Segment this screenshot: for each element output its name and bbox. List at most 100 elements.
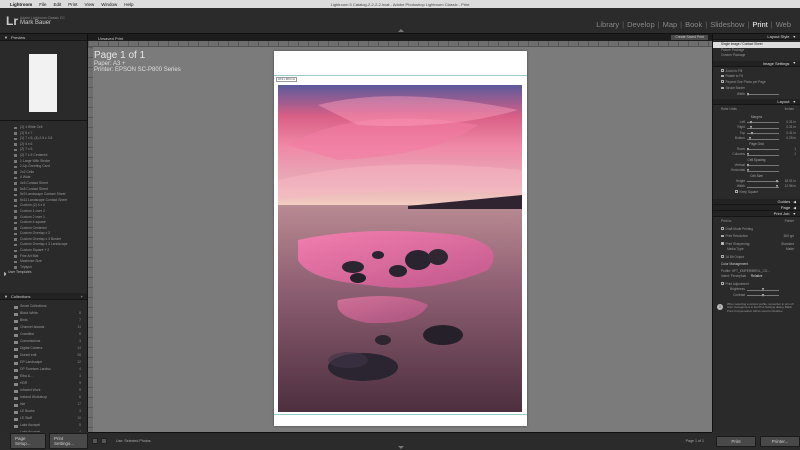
profile-value[interactable]: HFT_EMPERIBRGL_CO... (732, 269, 770, 273)
collection-item[interactable]: DP Landscape 12 (0, 360, 87, 367)
collection-item[interactable]: Black White 8 (0, 311, 87, 318)
collection-item[interactable]: DP Sunrises Landsc 4 (0, 367, 87, 374)
print-resolution-checkbox[interactable] (721, 234, 724, 238)
mac-menu-print[interactable]: Print (68, 2, 77, 7)
slider-bottom[interactable]: Bottom 0.25 in (713, 136, 800, 142)
print-sharpening-value[interactable]: Standard (781, 242, 794, 246)
bit-output-row[interactable]: 16 Bit Output (713, 255, 800, 261)
collection-item[interactable]: Elba &... 3 (0, 374, 87, 381)
mac-menu-view[interactable]: View (85, 2, 95, 7)
slider-knob[interactable] (747, 169, 749, 173)
print-settings-button[interactable]: Print Settings... (48, 433, 88, 449)
slider-knob[interactable] (747, 92, 749, 96)
print-photo[interactable] (278, 85, 522, 412)
print-button[interactable]: Print (716, 435, 756, 447)
print-adjustment-checkbox[interactable] (721, 282, 724, 285)
mac-menu-help[interactable]: Help (124, 2, 133, 7)
collection-item[interactable]: Lake Ascapel 5 (0, 423, 87, 430)
use-selection[interactable]: Use: Selected Photos (116, 439, 151, 443)
stroke-width-slider[interactable]: Width (713, 92, 800, 98)
collections-panel-header[interactable]: ▼ Collections + (0, 293, 87, 300)
collection-item[interactable]: Birds 7 (0, 318, 87, 325)
collection-item[interactable]: Iceland Workshop 6 (0, 395, 87, 402)
slider-value[interactable]: 1 (794, 152, 796, 156)
print-resolution-row[interactable]: Print Resolution 360 ppi (713, 234, 800, 240)
collection-item[interactable]: Smart Collections (0, 304, 87, 311)
layout-header[interactable]: Layout ▼ (713, 99, 800, 105)
mac-menu-window[interactable]: Window (101, 2, 117, 7)
intent-perceptual-radio[interactable]: Perceptual (731, 274, 746, 278)
collection-item[interactable]: Infrared Work 5 (0, 388, 87, 395)
mac-menu-lightroom[interactable]: Lightroom (10, 2, 32, 7)
slider-knob[interactable] (750, 120, 752, 124)
intent-relative-radio[interactable]: Relative (751, 274, 763, 278)
collection-item[interactable]: Dorset edit 28 (0, 353, 87, 360)
slider-knob[interactable] (750, 126, 752, 130)
slider-knob[interactable] (762, 293, 764, 297)
module-library[interactable]: Library (593, 20, 622, 29)
slider-value[interactable]: 0.41 in (786, 131, 796, 135)
mac-menu-edit[interactable]: Edit (54, 2, 62, 7)
collection-item[interactable]: Digital Camera 14 (0, 346, 87, 353)
slider-knob[interactable] (750, 131, 753, 135)
collection-item[interactable]: HDR 9 (0, 381, 87, 388)
bit-output-checkbox[interactable] (721, 255, 724, 258)
slider-horizontal[interactable]: Horizontal (713, 168, 800, 174)
image-setting-checkbox[interactable] (721, 69, 724, 72)
collection-item[interactable]: LE Books 3 (0, 409, 87, 416)
draft-mode-row[interactable]: Draft Mode Printing (713, 227, 800, 233)
collection-item[interactable]: Channel Islands 11 (0, 325, 87, 332)
slider-knob[interactable] (747, 153, 749, 157)
add-collection-icon[interactable]: + (81, 294, 83, 299)
previous-page-icon[interactable] (101, 438, 107, 444)
top-panel-toggle-icon[interactable] (398, 29, 404, 32)
slider-knob[interactable] (747, 163, 749, 167)
stroke-border-checkbox[interactable] (721, 86, 724, 90)
slider-knob[interactable] (762, 288, 764, 292)
image-setting-checkbox[interactable] (721, 74, 724, 78)
slider-knob[interactable] (747, 147, 749, 151)
slider-value[interactable]: 18.91 in (785, 179, 796, 183)
print-sharpening-checkbox[interactable] (721, 242, 724, 245)
collection-item[interactable]: Commissions 3 (0, 339, 87, 346)
ruler-units-row[interactable]: Ruler Units Inches (713, 107, 800, 113)
media-type-value[interactable]: Matte (786, 247, 794, 251)
ruler-units-value[interactable]: Inches (785, 107, 794, 111)
module-develop[interactable]: Develop (624, 20, 658, 29)
module-slideshow[interactable]: Slideshow (707, 20, 747, 29)
contrast-slider[interactable]: Contrast (713, 293, 800, 299)
module-book[interactable]: Book (682, 20, 705, 29)
module-web[interactable]: Web (773, 20, 794, 29)
print-job-header[interactable]: Print Job ▼ (713, 211, 800, 217)
slider-value[interactable]: 0.25 in (786, 136, 796, 140)
slider-value[interactable]: 12.96 in (785, 184, 796, 188)
slider-knob[interactable] (775, 185, 778, 189)
create-saved-print-button[interactable]: Create Saved Print (671, 34, 708, 40)
module-map[interactable]: Map (660, 20, 681, 29)
slider-columns[interactable]: Columns 1 (713, 152, 800, 158)
page-setup-button[interactable]: Page Setup... (10, 433, 46, 449)
slider-knob[interactable] (775, 179, 778, 183)
slider-knob[interactable] (749, 137, 752, 141)
print-to-row[interactable]: Print to: Printer (713, 219, 800, 225)
printer-button[interactable]: Printer... (760, 435, 800, 447)
print-resolution-value[interactable]: 360 ppi (784, 234, 794, 238)
media-type-row[interactable]: Media Type: Matte (713, 247, 800, 253)
print-to-value[interactable]: Printer (785, 219, 794, 223)
draft-mode-checkbox[interactable] (721, 227, 724, 230)
module-print[interactable]: Print (749, 20, 770, 29)
slider-value[interactable]: 0.31 in (786, 120, 796, 124)
keep-square-checkbox[interactable] (735, 190, 738, 193)
bottom-panel-toggle-icon[interactable] (398, 446, 404, 449)
keep-square-row[interactable]: Keep Square (713, 190, 800, 196)
user-templates-folder[interactable]: User Templates (0, 270, 87, 276)
collection-item[interactable]: Isle 17 (0, 402, 87, 409)
image-setting-row[interactable]: Repeat One Photo per Page (713, 80, 800, 86)
collection-item[interactable]: LE Stuff 10 (0, 416, 87, 423)
slider-value[interactable]: 1 (794, 147, 796, 151)
first-page-icon[interactable] (92, 438, 98, 444)
slider-value[interactable]: 0.31 in (786, 125, 796, 129)
preview-panel-header[interactable]: ▼ Preview (0, 34, 87, 41)
layout-style-option[interactable]: Custom Package (713, 53, 800, 59)
image-setting-checkbox[interactable] (721, 80, 724, 83)
